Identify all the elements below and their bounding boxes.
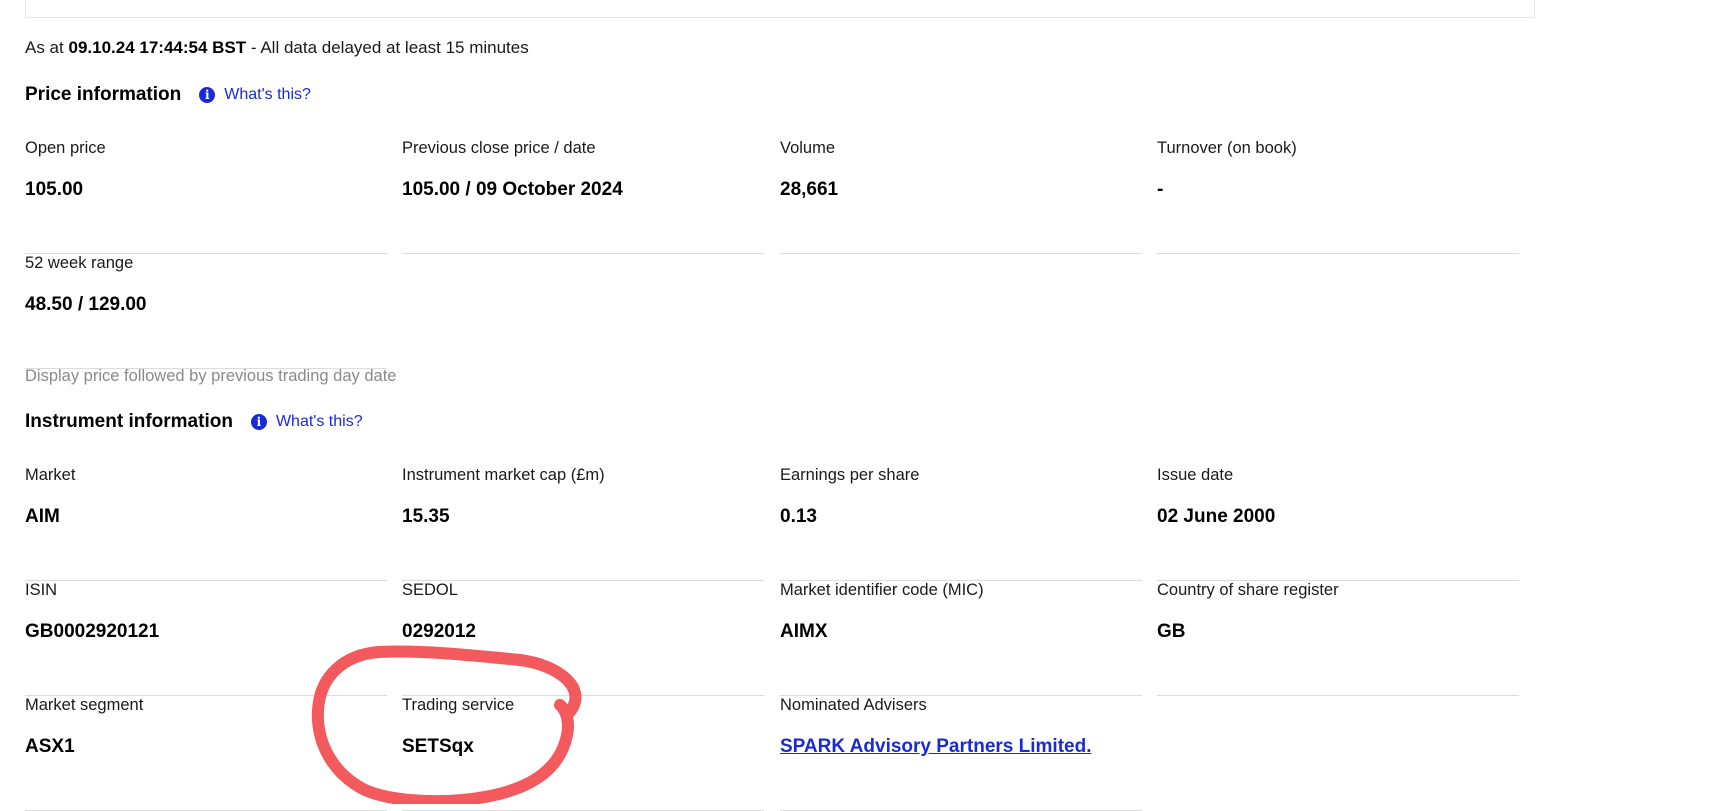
field-value: 105.00 [25,179,84,200]
field-value: - [1157,179,1164,200]
as-at-suffix: - All data delayed at least 15 minutes [250,38,529,57]
nominated-adviser-link[interactable]: SPARK Advisory Partners Limited. [780,736,1091,757]
field-country-of-share-register: Country of share register GB [1157,581,1519,696]
field-value: ASX1 [25,736,75,757]
field-label: Nominated Advisers [780,696,927,714]
field-issue-date: Issue date 02 June 2000 [1157,466,1519,581]
field-value: SETSqx [402,736,474,757]
field-label: Volume [780,139,836,157]
field-value: AIMX [780,621,828,642]
field-label: 52 week range [25,254,134,272]
instrument-whats-this-link[interactable]: What's this? [276,413,363,431]
field-label: Trading service [402,696,515,714]
as-at-timestamp: 09.10.24 17:44:54 BST [68,38,247,57]
field-label: Turnover (on book) [1157,139,1297,157]
field-value: 48.50 / 129.00 [25,294,147,315]
field-isin: ISIN GB0002920121 [25,581,387,696]
field-label: Earnings per share [780,466,920,484]
field-volume: Volume 28,661 [780,139,1142,254]
field-52-week-range: 52 week range 48.50 / 129.00 [25,254,387,369]
field-label: Market [25,466,76,484]
field-value: SPARK Advisory Partners Limited. [780,736,1091,758]
as-at-prefix: As at [25,38,64,57]
field-label: Open price [25,139,106,157]
field-value: AIM [25,506,60,527]
field-nominated-advisers: Nominated Advisers SPARK Advisory Partne… [780,696,1142,811]
field-label: Previous close price / date [402,139,596,157]
field-value: 02 June 2000 [1157,506,1276,527]
field-market-segment: Market segment ASX1 [25,696,387,811]
field-sedol: SEDOL 0292012 [402,581,764,696]
price-note: Display price followed by previous tradi… [25,367,397,385]
field-mic: Market identifier code (MIC) AIMX [780,581,1142,696]
field-label: Country of share register [1157,581,1339,599]
field-value: 0292012 [402,621,476,642]
field-previous-close: Previous close price / date 105.00 / 09 … [402,139,764,254]
price-information-heading: Price information i What's this? [25,84,311,106]
field-trading-service: Trading service SETSqx [402,696,764,811]
info-circle-icon[interactable]: i [199,87,216,103]
field-market: Market AIM [25,466,387,581]
field-label: SEDOL [402,581,458,599]
field-label: Instrument market cap (£m) [402,466,605,484]
instrument-information-heading: Instrument information i What's this? [25,411,363,433]
price-information-title: Price information [25,84,182,105]
field-earnings-per-share: Earnings per share 0.13 [780,466,1142,581]
field-value: GB [1157,621,1186,642]
field-value: 15.35 [402,506,450,527]
field-value: 105.00 / 09 October 2024 [402,179,623,200]
instrument-information-title: Instrument information [25,411,233,432]
price-whats-this-link[interactable]: What's this? [224,86,311,104]
field-label: Market segment [25,696,144,714]
field-market-cap: Instrument market cap (£m) 15.35 [402,466,764,581]
top-container-edge [25,0,1535,18]
data-timestamp: As at 09.10.24 17:44:54 BST - All data d… [25,38,529,58]
field-value: 28,661 [780,179,839,200]
info-circle-icon[interactable]: i [250,414,267,430]
field-value: GB0002920121 [25,621,160,642]
field-value: 0.13 [780,506,817,527]
field-turnover: Turnover (on book) - [1157,139,1519,254]
field-label: ISIN [25,581,58,599]
field-label: Issue date [1157,466,1234,484]
field-label: Market identifier code (MIC) [780,581,984,599]
field-open-price: Open price 105.00 [25,139,387,254]
